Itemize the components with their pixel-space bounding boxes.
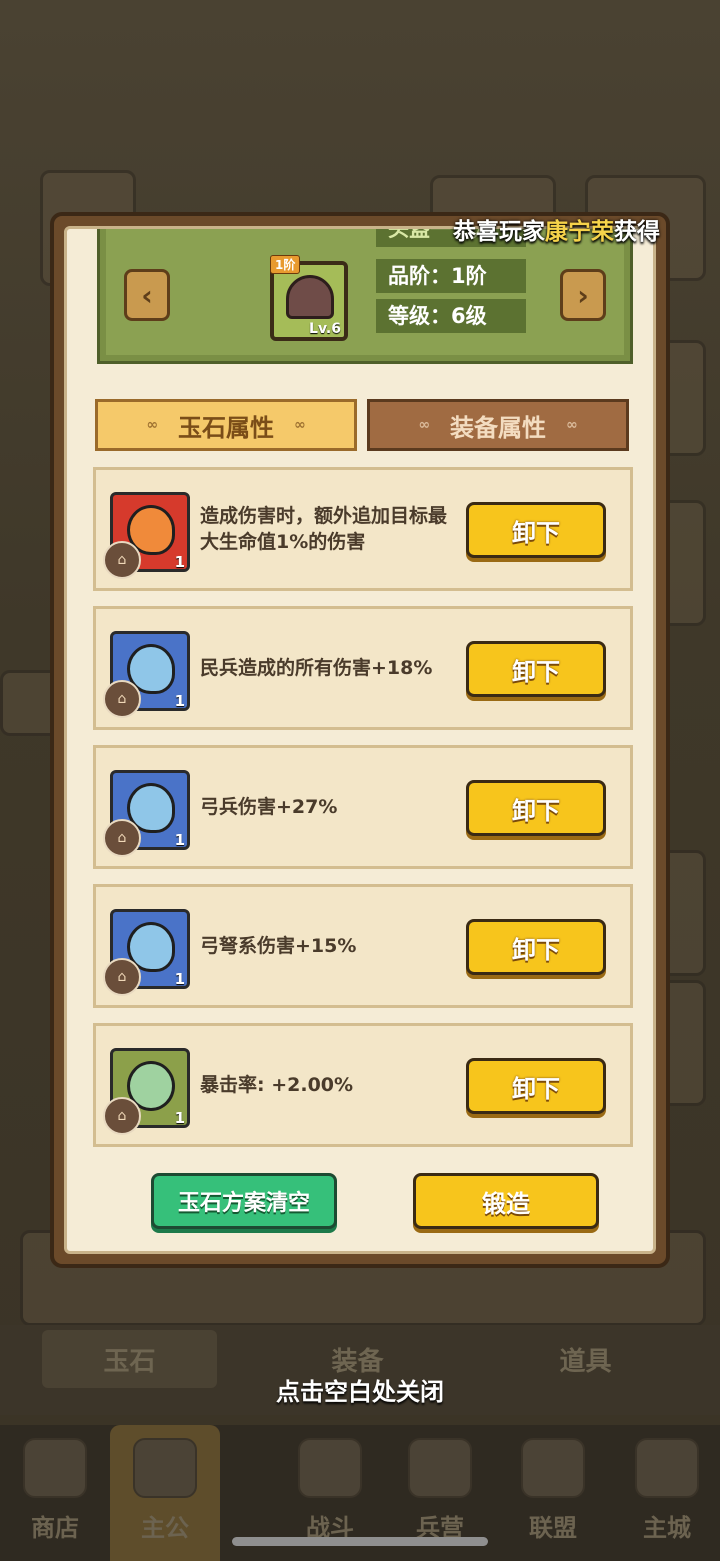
jade-row: 1 ⌂ 弓兵伤害+27% 卸下 [93, 745, 633, 869]
alliance-icon [521, 1438, 585, 1498]
broadcast-suffix: 获得 [614, 219, 660, 245]
tab-equipment-attributes[interactable]: ∞ 装备属性 ∞ [367, 399, 629, 451]
soldier-badge-icon: ⌂ [103, 680, 141, 718]
soldier-badge-icon: ⌂ [103, 819, 141, 857]
unequip-button[interactable]: 卸下 [466, 1058, 606, 1114]
home-indicator [232, 1537, 488, 1546]
jade-description: 造成伤害时，额外追加目标最大生命值1%的伤害 [200, 505, 448, 553]
ornament-icon: ∞ [146, 417, 158, 433]
jade-slot[interactable]: 1 ⌂ [103, 770, 190, 857]
item-thumbnail[interactable]: 1阶 Lv.6 [270, 255, 348, 341]
jade-panel: ‹ › 1阶 Lv.6 头盔一十九 品阶：1阶 等级：6级 ∞ 玉石属性 ∞ ∞ 装备… [50, 212, 670, 1268]
broadcast-message: 恭喜玩家康宁荣获得 [453, 212, 660, 246]
tier-badge: 1阶 [270, 255, 301, 274]
nav-label: 联盟 [529, 1514, 577, 1542]
ornament-icon: ∞ [566, 417, 578, 433]
next-arrow-button[interactable]: › [560, 269, 606, 321]
item-quality: 品阶：1阶 [376, 259, 526, 293]
barracks-icon [408, 1438, 472, 1498]
jade-count: 1 [174, 692, 185, 710]
nav-city: 主城 [612, 1425, 720, 1561]
jade-count: 1 [174, 831, 185, 849]
item-banner-inner: ‹ › 1阶 Lv.6 头盔一十九 品阶：1阶 等级：6级 [106, 229, 624, 355]
shop-icon [23, 1438, 87, 1498]
forge-button[interactable]: 锻造 [413, 1173, 599, 1229]
ornament-icon: ∞ [294, 417, 306, 433]
close-hint[interactable]: 点击空白处关闭 [0, 1372, 720, 1407]
jade-slot[interactable]: 1 ⌂ [103, 909, 190, 996]
jade-row: 1 ⌂ 暴击率: +2.00% 卸下 [93, 1023, 633, 1147]
nav-lord: 主公 [110, 1425, 220, 1561]
jade-description: 民兵造成的所有伤害+18% [200, 657, 433, 679]
jade-description: 弓兵伤害+27% [200, 796, 338, 818]
prev-arrow-button[interactable]: ‹ [124, 269, 170, 321]
nav-label: 商店 [31, 1514, 79, 1542]
nav-shop: 商店 [0, 1425, 110, 1561]
nav-label: 主城 [643, 1514, 691, 1542]
panel-body: ‹ › 1阶 Lv.6 头盔一十九 品阶：1阶 等级：6级 ∞ 玉石属性 ∞ ∞ 装备… [64, 226, 656, 1254]
jade-row: 1 ⌂ 弓弩系伤害+15% 卸下 [93, 884, 633, 1008]
jade-count: 1 [174, 553, 185, 571]
unequip-button[interactable]: 卸下 [466, 780, 606, 836]
soldier-badge-icon: ⌂ [103, 541, 141, 579]
unequip-button[interactable]: 卸下 [466, 641, 606, 697]
jade-slot[interactable]: 1 ⌂ [103, 631, 190, 718]
jade-row: 1 ⌂ 造成伤害时，额外追加目标最大生命值1%的伤害 卸下 [93, 467, 633, 591]
level-badge: Lv.6 [309, 321, 341, 337]
item-level: 等级：6级 [376, 299, 526, 333]
clear-jade-plan-button[interactable]: 玉石方案清空 [151, 1173, 337, 1229]
jade-row: 1 ⌂ 民兵造成的所有伤害+18% 卸下 [93, 606, 633, 730]
helmet-icon [286, 275, 334, 319]
map-icon [635, 1438, 699, 1498]
jade-slot[interactable]: 1 ⌂ [103, 492, 190, 579]
nav-label: 主公 [141, 1514, 189, 1542]
jade-slot[interactable]: 1 ⌂ [103, 1048, 190, 1135]
ornament-icon: ∞ [418, 417, 430, 433]
soldier-badge-icon: ⌂ [103, 958, 141, 996]
tab-jade-attributes[interactable]: ∞ 玉石属性 ∞ [95, 399, 357, 451]
unequip-button[interactable]: 卸下 [466, 502, 606, 558]
broadcast-player: 康宁荣 [545, 219, 614, 245]
soldier-badge-icon: ⌂ [103, 1097, 141, 1135]
item-banner: ‹ › 1阶 Lv.6 头盔一十九 品阶：1阶 等级：6级 [97, 229, 633, 364]
broadcast-prefix: 恭喜玩家 [453, 219, 545, 245]
swords-icon [298, 1438, 362, 1498]
lord-icon [133, 1438, 197, 1498]
jade-description: 弓弩系伤害+15% [200, 935, 357, 957]
jade-description: 暴击率: +2.00% [200, 1074, 354, 1096]
nav-alliance: 联盟 [498, 1425, 608, 1561]
tab-label: 装备属性 [450, 413, 546, 442]
jade-count: 1 [174, 970, 185, 988]
unequip-button[interactable]: 卸下 [466, 919, 606, 975]
jade-count: 1 [174, 1109, 185, 1127]
tab-label: 玉石属性 [178, 413, 274, 442]
